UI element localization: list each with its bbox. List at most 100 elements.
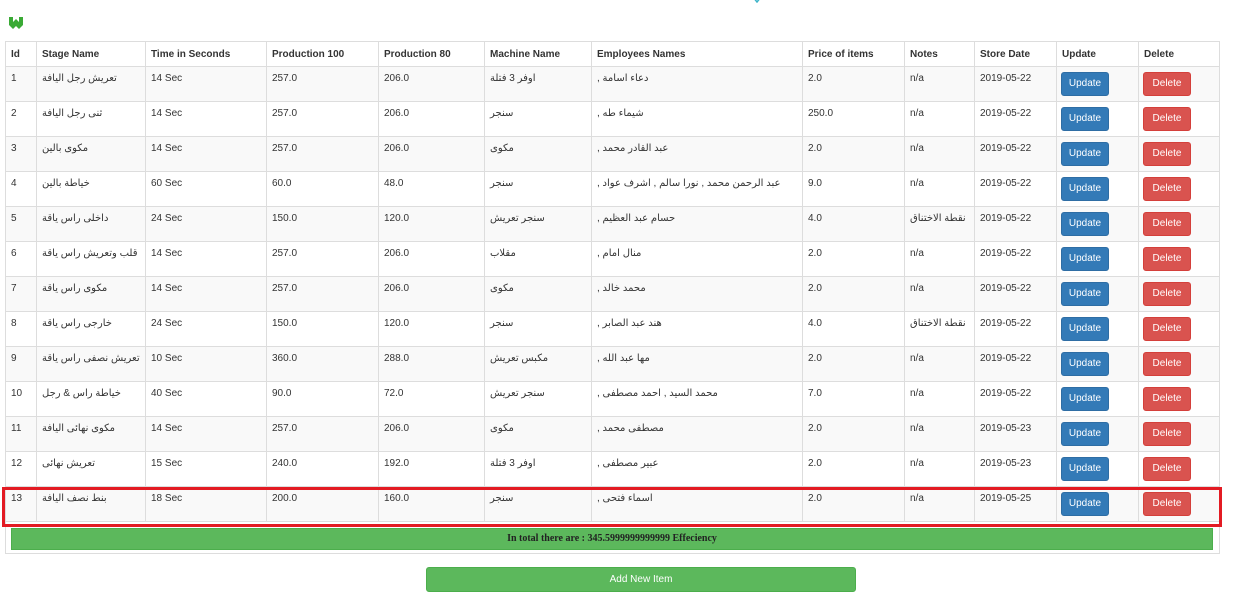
cell-employees-names: عبد الرحمن محمد , نورا سالم , اشرف عواد … bbox=[591, 171, 803, 207]
header-employees-names: Employees Names bbox=[591, 41, 803, 67]
cell-id-text: 9 bbox=[11, 353, 17, 364]
update-button[interactable]: Update bbox=[1061, 317, 1109, 341]
cell-machine-name: سنجر bbox=[484, 311, 592, 347]
update-button[interactable]: Update bbox=[1061, 457, 1109, 481]
cell-id: 4 bbox=[5, 171, 37, 207]
app-logo-icon bbox=[9, 17, 23, 29]
cell-id: 5 bbox=[5, 206, 37, 242]
cell-delete: Delete bbox=[1138, 311, 1220, 347]
cell-notes-text: n/a bbox=[910, 178, 924, 189]
delete-button[interactable]: Delete bbox=[1143, 212, 1191, 236]
cell-stage-name-text: خياطة بالين bbox=[42, 178, 90, 189]
cell-id: 10 bbox=[5, 381, 37, 417]
cell-employees-names-text: دعاء اسامة , bbox=[597, 73, 649, 84]
cell-production-80: 192.0 bbox=[378, 451, 485, 487]
cell-stage-name-text: تعريش رجل اليافة bbox=[42, 73, 117, 84]
delete-button[interactable]: Delete bbox=[1143, 387, 1191, 411]
cell-stage-name-text: تعريش نهائى bbox=[42, 458, 95, 469]
cell-stage-name-text: مكوى راس ياقة bbox=[42, 283, 108, 294]
cell-notes-text: n/a bbox=[910, 283, 924, 294]
cell-production-80: 206.0 bbox=[378, 101, 485, 137]
cell-stage-name: تعريش نصفى راس ياقة bbox=[36, 346, 146, 382]
delete-button[interactable]: Delete bbox=[1143, 142, 1191, 166]
cell-price: 250.0 bbox=[802, 101, 905, 137]
header-machine-name: Machine Name bbox=[484, 41, 592, 67]
update-button[interactable]: Update bbox=[1061, 387, 1109, 411]
update-button[interactable]: Update bbox=[1061, 177, 1109, 201]
delete-button[interactable]: Delete bbox=[1143, 72, 1191, 96]
cell-machine-name-text: مكوى bbox=[490, 283, 514, 294]
cell-id-text: 2 bbox=[11, 108, 17, 119]
cell-production-100-text: 257.0 bbox=[272, 73, 298, 84]
delete-button[interactable]: Delete bbox=[1143, 282, 1191, 306]
cell-production-80: 206.0 bbox=[378, 66, 485, 102]
cell-store-date-text: 2019-05-22 bbox=[980, 73, 1032, 84]
cell-production-80-text: 120.0 bbox=[384, 213, 410, 224]
cell-delete: Delete bbox=[1138, 171, 1220, 207]
table-body: 1 تعريش رجل اليافة 14 Sec 257.0 206.0 اوفر 3 … bbox=[5, 66, 1220, 522]
cell-time-text: 40 Sec bbox=[151, 388, 183, 399]
cell-id: 1 bbox=[5, 66, 37, 102]
header-store-date: Store Date bbox=[974, 41, 1057, 67]
cell-notes: n/a bbox=[904, 346, 975, 382]
cell-price: 2.0 bbox=[802, 416, 905, 452]
delete-button[interactable]: Delete bbox=[1143, 352, 1191, 376]
table-row: 7 مكوى راس ياقة 14 Sec 257.0 206.0 مكوى محمد خ… bbox=[5, 276, 1220, 312]
header-time: Time in Seconds bbox=[145, 41, 267, 67]
table-row: 10 خياطة راس & رجل 40 Sec 90.0 72.0 سنجر تعري… bbox=[5, 381, 1220, 417]
cell-machine-name: مكبس تعريش bbox=[484, 346, 592, 382]
cell-production-100: 200.0 bbox=[266, 486, 379, 522]
cell-store-date: 2019-05-22 bbox=[974, 136, 1057, 172]
cell-production-100: 257.0 bbox=[266, 276, 379, 312]
cell-update: Update bbox=[1056, 486, 1139, 522]
add-new-item-button[interactable]: Add New Item bbox=[426, 567, 856, 592]
cell-id: 11 bbox=[5, 416, 37, 452]
cell-notes: n/a bbox=[904, 276, 975, 312]
cell-store-date: 2019-05-22 bbox=[974, 66, 1057, 102]
cell-notes-text: نقطة الاختناق bbox=[910, 213, 966, 224]
cell-time-text: 24 Sec bbox=[151, 318, 183, 329]
cell-stage-name-text: قلب وتعريش راس ياقة bbox=[42, 248, 138, 259]
update-button[interactable]: Update bbox=[1061, 282, 1109, 306]
cell-machine-name: مكوى bbox=[484, 136, 592, 172]
delete-button[interactable]: Delete bbox=[1143, 247, 1191, 271]
cell-update: Update bbox=[1056, 206, 1139, 242]
cell-id: 13 bbox=[5, 486, 37, 522]
cell-delete: Delete bbox=[1138, 486, 1220, 522]
cell-employees-names: هند عبد الصابر , bbox=[591, 311, 803, 347]
cell-production-100-text: 200.0 bbox=[272, 493, 298, 504]
update-button[interactable]: Update bbox=[1061, 422, 1109, 446]
cell-stage-name-text: مكوى نهائى اليافة bbox=[42, 423, 116, 434]
cell-delete: Delete bbox=[1138, 451, 1220, 487]
delete-button[interactable]: Delete bbox=[1143, 422, 1191, 446]
delete-button[interactable]: Delete bbox=[1143, 107, 1191, 131]
cell-id-text: 11 bbox=[11, 423, 22, 434]
cell-stage-name: مكوى راس ياقة bbox=[36, 276, 146, 312]
update-button[interactable]: Update bbox=[1061, 212, 1109, 236]
header-production-100: Production 100 bbox=[266, 41, 379, 67]
cell-stage-name: خياطة بالين bbox=[36, 171, 146, 207]
cell-id-text: 6 bbox=[11, 248, 17, 259]
delete-button[interactable]: Delete bbox=[1143, 317, 1191, 341]
cell-production-100-text: 257.0 bbox=[272, 108, 298, 119]
cell-delete: Delete bbox=[1138, 101, 1220, 137]
cell-machine-name-text: اوفر 3 فتلة bbox=[490, 73, 536, 84]
delete-button[interactable]: Delete bbox=[1143, 177, 1191, 201]
update-button[interactable]: Update bbox=[1061, 492, 1109, 516]
cell-delete: Delete bbox=[1138, 66, 1220, 102]
update-button[interactable]: Update bbox=[1061, 247, 1109, 271]
cell-employees-names: مها عبد الله , bbox=[591, 346, 803, 382]
cell-update: Update bbox=[1056, 381, 1139, 417]
cell-production-80: 206.0 bbox=[378, 416, 485, 452]
update-button[interactable]: Update bbox=[1061, 107, 1109, 131]
cell-machine-name: مكوى bbox=[484, 416, 592, 452]
cell-time: 14 Sec bbox=[145, 101, 267, 137]
update-button[interactable]: Update bbox=[1061, 352, 1109, 376]
delete-button[interactable]: Delete bbox=[1143, 492, 1191, 516]
cell-store-date-text: 2019-05-22 bbox=[980, 178, 1032, 189]
cell-store-date: 2019-05-22 bbox=[974, 206, 1057, 242]
delete-button[interactable]: Delete bbox=[1143, 457, 1191, 481]
update-button[interactable]: Update bbox=[1061, 142, 1109, 166]
cell-notes: n/a bbox=[904, 451, 975, 487]
update-button[interactable]: Update bbox=[1061, 72, 1109, 96]
